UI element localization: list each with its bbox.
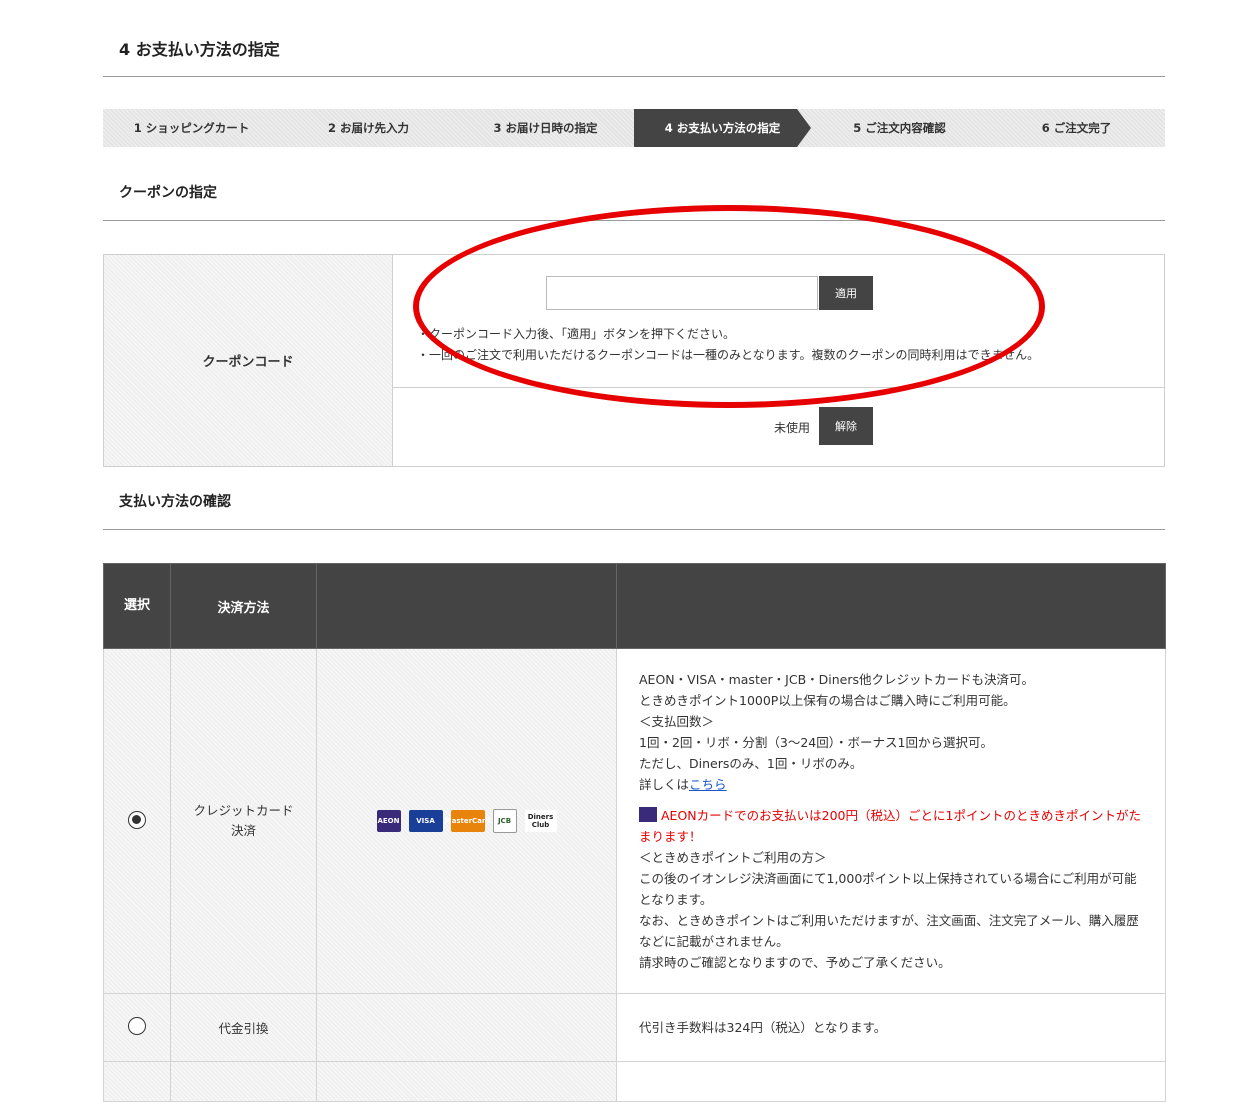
table-row-credit: クレジットカード決済 AEON VISA MasterCard JCB Dine…: [103, 648, 1166, 994]
coupon-note-2: ・一回のご注文で利用いただけるクーポンコードは一種のみとなります。複数のクーポン…: [417, 348, 1040, 362]
header-logos: [316, 563, 617, 649]
mastercard-icon: MasterCard: [445, 810, 490, 832]
diners-club-icon: Diners Club: [524, 810, 557, 832]
aeon-promo: AEONカードでのお支払いは200円（税込）ごとに1ポイントのときめきポイントが…: [639, 805, 1145, 847]
credit-card-radio[interactable]: [128, 810, 146, 829]
credit-detail-line: なお、ときめきポイントはご利用いただけますが、注文画面、注文完了メール、購入履歴…: [639, 913, 1139, 949]
method-cell: 代金引換: [170, 993, 317, 1062]
apply-coupon-button[interactable]: 適用: [819, 276, 873, 310]
credit-detail-line: ときめきポイント1000P以上保有の場合はご購入時にご利用可能。: [639, 693, 1016, 708]
header-select: 選択: [103, 563, 171, 649]
step-address: 2 お届け先入力: [327, 121, 409, 135]
cancel-coupon-button[interactable]: 解除: [819, 407, 873, 445]
cod-radio[interactable]: [128, 1017, 146, 1035]
aeon-card-icon: AEON: [376, 810, 401, 832]
credit-details-cell: AEON・VISA・master・JCB・Diners他クレジットカードも決済可…: [616, 648, 1166, 994]
coupon-table: クーポンコード 適用 ・クーポンコード入力後、「適用」ボタンを押下ください。 ・…: [103, 254, 1165, 467]
credit-card-method-name: クレジットカード決済: [193, 803, 294, 838]
coupon-status: 未使用: [774, 421, 811, 435]
progress-steps: 1 ショッピングカート 2 お届け先入力 3 お届け日時の指定 4 お支払い方法…: [103, 109, 1165, 147]
step-cart: 1 ショッピングカート: [133, 121, 250, 135]
step-complete: 6 ご注文完了: [1041, 121, 1112, 135]
visa-card-icon: VISA: [408, 810, 443, 832]
payment-method-table: 選択 決済方法 クレジットカード決済 AEON VISA MasterCard …: [103, 563, 1166, 1102]
credit-detail-line: ＜ときめきポイントご利用の方＞: [639, 850, 827, 865]
divider: [103, 529, 1165, 530]
coupon-code-input[interactable]: [546, 276, 818, 310]
header-method: 決済方法: [170, 563, 317, 649]
aeon-card-icon: [639, 807, 657, 822]
select-cell: [103, 648, 171, 994]
method-cell: [170, 1061, 317, 1102]
table-header-row: 選択 決済方法: [103, 563, 1166, 649]
coupon-note-1: ・クーポンコード入力後、「適用」ボタンを押下ください。: [417, 327, 736, 341]
credit-detail-line: 1回・2回・リボ・分割（3〜24回）・ボーナス1回から選択可。: [639, 735, 993, 750]
details-cell: [616, 1061, 1166, 1102]
payment-section-title: 支払い方法の確認: [119, 494, 231, 510]
divider: [103, 76, 1165, 77]
coupon-section-title: クーポンの指定: [119, 185, 217, 201]
credit-detail-line: 詳しくはこちら: [639, 777, 727, 792]
divider: [103, 220, 1165, 221]
logos-cell: [316, 1061, 617, 1102]
step-confirm: 5 ご注文内容確認: [853, 121, 946, 135]
coupon-code-label: クーポンコード: [104, 255, 393, 466]
select-cell: [103, 993, 171, 1062]
page-title: 4 お支払い方法の指定: [119, 40, 280, 59]
card-logos-cell: AEON VISA MasterCard JCB Diners Club: [316, 648, 617, 994]
credit-detail-line: この後のイオンレジ決済画面にて1,000ポイント以上保持されている場合にご利用が…: [639, 871, 1137, 907]
jcb-card-icon: JCB: [492, 809, 517, 833]
step-payment-method: 4 お支払い方法の指定: [634, 109, 811, 147]
details-link[interactable]: こちら: [689, 777, 727, 792]
credit-detail-line: ただし、Dinersのみ、1回・リボのみ。: [639, 756, 863, 771]
select-cell: [103, 1061, 171, 1102]
credit-detail-line: 請求時のご確認となりますので、予めご了承ください。: [639, 955, 951, 970]
method-cell: クレジットカード決済: [170, 648, 317, 994]
credit-detail-line: ＜支払回数＞: [639, 714, 715, 729]
credit-detail-line: AEON・VISA・master・JCB・Diners他クレジットカードも決済可…: [639, 672, 1035, 687]
table-row: [103, 1061, 1166, 1102]
table-row-cod: 代金引換 代引き手数料は324円（税込）となります。: [103, 993, 1166, 1062]
divider: [392, 387, 1164, 388]
step-delivery-date: 3 お届け日時の指定: [493, 121, 598, 135]
cod-details-cell: 代引き手数料は324円（税込）となります。: [616, 993, 1166, 1062]
aeon-promo-text: AEONカードでのお支払いは200円（税込）ごとに1ポイントのときめきポイントが…: [639, 808, 1141, 844]
logos-cell: [316, 993, 617, 1062]
header-details: [616, 563, 1166, 649]
